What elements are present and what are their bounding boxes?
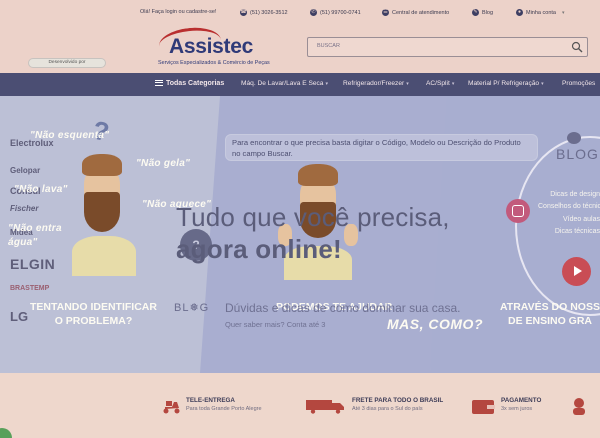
phone1-text: (51) 3026-3512 [250, 9, 288, 16]
blog-wordmark: BL❅G [174, 302, 210, 314]
feature-pagamento: PAGAMENTO 3x sem juros [471, 397, 541, 414]
blog-icon: ✎ [472, 9, 479, 16]
blog-topic: Dicas técnicas [554, 227, 600, 235]
blog-topics: Dicas de design Conselhos do técnico Víd… [538, 189, 600, 238]
developer-credit-chip[interactable]: Desenvolvido por [28, 58, 106, 68]
feature-frete: FRETE PARA TODO O BRASIL Até 3 dias para … [304, 397, 443, 414]
whatsapp-icon: ✆ [310, 9, 317, 16]
brand-logo: Fischer [10, 204, 39, 213]
brand-logo: LG [10, 309, 29, 324]
feature-subtitle: Até 3 dias para o Sul do país [352, 406, 423, 412]
all-categories-button[interactable]: Todas Categorias [155, 80, 224, 87]
nav-item-label: Refrigerador/Freezer [343, 80, 405, 87]
category-nav: Todas Categorias Máq. De Lavar/Lava E Se… [0, 73, 600, 96]
instagram-icon[interactable] [506, 199, 530, 223]
slogan-text: "Não lava" [14, 184, 68, 195]
user-icon: ● [516, 9, 523, 16]
caption-right-line2: DE ENSINO GRA [508, 315, 593, 327]
thinking-man-illustration [70, 148, 140, 276]
nav-item-refrigeration-material[interactable]: Material P/ Refrigeração ▾ [468, 80, 544, 87]
support-link[interactable]: ☰ Central de atendimento [382, 9, 449, 16]
feature-tele-entrega: TELE-ENTREGA Para toda Grande Porto Alegr… [162, 397, 262, 414]
feature-subtitle: Para toda Grande Porto Alegre [186, 406, 262, 412]
logo-name: Assistec [169, 35, 253, 58]
blog-text: Blog [482, 9, 494, 16]
hamburger-icon [155, 80, 163, 86]
slogan-text: "Não gela" [136, 158, 191, 169]
nav-item-label: AC/Split [426, 80, 450, 87]
speech-bubble-icon [567, 132, 581, 144]
nav-item-label: Material P/ Refrigeração [468, 80, 540, 87]
chevron-down-icon: ▾ [541, 81, 544, 87]
chevron-down-icon: ▾ [561, 9, 565, 16]
nav-item-promotions[interactable]: Promoções [562, 80, 595, 87]
slogan-text: "Não entra água" [8, 223, 62, 248]
support-headset-icon [573, 398, 585, 415]
chevron-down-icon: ▾ [451, 81, 455, 87]
blog-subline-small: Quer saber mais? Conta até 3 [225, 320, 326, 329]
brand-logo: ELGIN [10, 256, 56, 272]
blog-subline: Dúvidas e dicas de como dominar sua casa… [225, 301, 461, 315]
blog-topic: Conselhos do técnico [538, 203, 600, 211]
all-categories-label: Todas Categorias [166, 80, 225, 87]
search-icon[interactable] [571, 41, 583, 53]
nav-item-washers[interactable]: Máq. De Lavar/Lava E Seca ▾ [241, 80, 328, 87]
logo-tagline: Serviços Especializados & Comércio de Pe… [158, 60, 270, 66]
handwritten-text: MAS, COMO? [387, 316, 483, 332]
brand-logo: Gelopar [10, 166, 41, 175]
feature-title: PAGAMENTO [501, 397, 542, 404]
caption-left-line1: TENTANDO IDENTIFICAR [30, 301, 157, 313]
login-link[interactable]: Olá! Faça login ou cadastre-se! [140, 9, 216, 15]
search-input[interactable] [317, 43, 557, 49]
blog-topic: Dicas de design [550, 191, 600, 198]
account-menu[interactable]: ● Minha conta ▾ [516, 9, 564, 16]
features-strip: TELE-ENTREGA Para toda Grande Porto Alegr… [0, 373, 600, 438]
nav-item-ac[interactable]: AC/Split ▾ [426, 80, 454, 87]
phone2-text: (51) 99700-0741 [320, 9, 361, 16]
slogan-text: "Não esquenta" [30, 130, 110, 141]
youtube-icon[interactable] [562, 257, 591, 286]
phone1[interactable]: ☎ (51) 3026-3512 [240, 9, 288, 16]
chevron-down-icon: ▾ [406, 81, 409, 87]
headline-line1: Tudo que você precisa, [176, 202, 450, 232]
headline-line2: agora online! [176, 234, 342, 264]
caption-right: ATRAVÉS DO NOSSO DE ENSINO GRA [500, 300, 600, 328]
support-text: Central de atendimento [392, 9, 450, 16]
account-text: Minha conta [526, 9, 556, 16]
chevron-down-icon: ▾ [325, 81, 328, 87]
blog-topic: Vídeo aulas [563, 215, 600, 223]
top-bar: Olá! Faça login ou cadastre-se! ☎ (51) 30… [0, 0, 600, 26]
blog-big-wordmark: BLOG [556, 146, 599, 162]
hero-banner[interactable]: Electrolux Gelopar Consul Fischer Midea … [0, 96, 600, 373]
logo[interactable]: Assistec Serviços Especializados & Comér… [155, 24, 275, 71]
search-box [307, 37, 588, 57]
phone2[interactable]: ✆ (51) 99700-0741 [310, 9, 361, 16]
search-hint-bubble: Para encontrar o que precisa basta digit… [225, 134, 538, 161]
caption-left-line2: O PROBLEMA? [54, 315, 133, 327]
feature-subtitle: 3x sem juros [501, 406, 533, 412]
wallet-icon [472, 400, 495, 414]
caption-left: TENTANDO IDENTIFICAR O PROBLEMA? [30, 300, 157, 328]
brand-logo: BRASTEMP [10, 285, 50, 292]
support-icon: ☰ [382, 9, 389, 16]
feature-title: FRETE PARA TODO O BRASIL [352, 397, 444, 404]
delivery-scooter-icon [163, 401, 180, 414]
search-hint-text: Para encontrar o que precisa basta digit… [232, 138, 521, 158]
nav-item-label: Promoções [562, 80, 596, 87]
truck-icon [306, 400, 344, 414]
caption-right-line1: ATRAVÉS DO NOSSO [500, 301, 600, 313]
feature-title: TELE-ENTREGA [186, 397, 235, 404]
phone-icon: ☎ [240, 9, 247, 16]
blog-link[interactable]: ✎ Blog [472, 9, 493, 16]
nav-item-label: Máq. De Lavar/Lava E Seca [241, 80, 324, 87]
nav-item-refrigerators[interactable]: Refrigerador/Freezer ▾ [343, 80, 409, 87]
login-text[interactable]: Olá! Faça login ou cadastre-se! [140, 9, 216, 15]
